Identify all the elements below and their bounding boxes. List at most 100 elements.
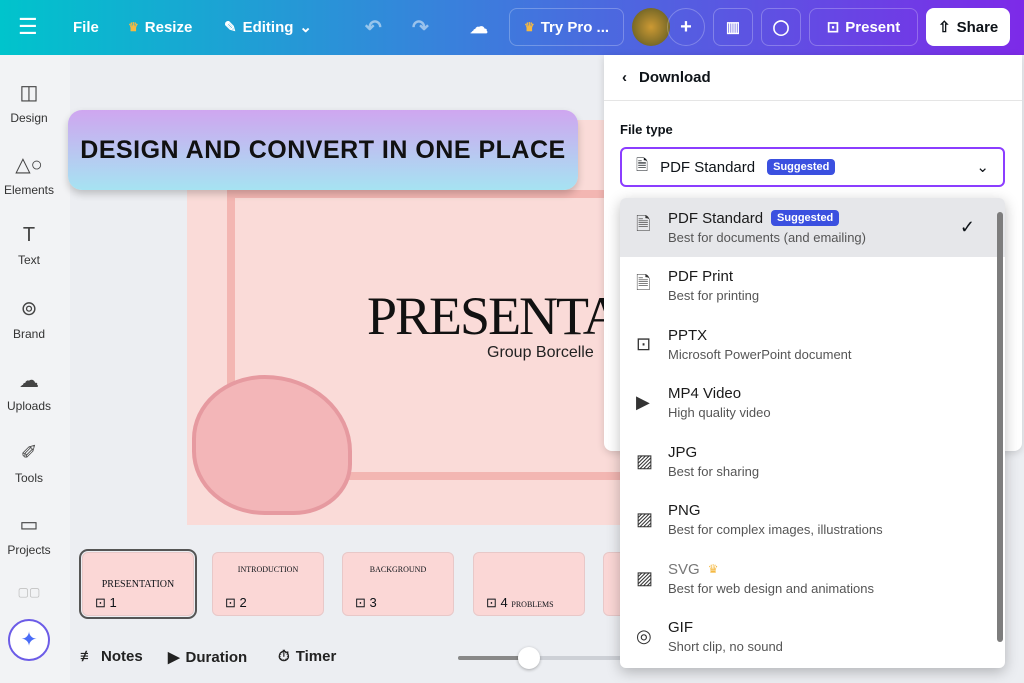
image-icon: ▨ bbox=[636, 509, 654, 530]
document-icon: 🗎 bbox=[636, 156, 649, 174]
redo-icon[interactable]: ↷ bbox=[412, 8, 429, 46]
promo-banner: DESIGN AND CONVERT IN ONE PLACE bbox=[68, 110, 578, 190]
option-mp4[interactable]: ▶ MP4 Video High quality video bbox=[620, 374, 1005, 433]
duration-icon: ▶ bbox=[168, 649, 180, 666]
option-png[interactable]: ▨ PNG Best for complex images, illustratio… bbox=[620, 491, 1005, 550]
layout-icon: ◫ bbox=[19, 82, 39, 104]
thumbnail-number: ⊡ 4 PROBLEMS bbox=[486, 595, 554, 610]
comment-icon[interactable]: ◯ bbox=[761, 8, 801, 46]
file-menu[interactable]: File bbox=[73, 8, 99, 46]
presentation-icon: ⊡ bbox=[636, 333, 652, 354]
option-gif[interactable]: ◎ GIF Short clip, no sound bbox=[620, 608, 1005, 667]
timer-button[interactable]: ⏱ Timer bbox=[278, 648, 336, 665]
editing-dropdown[interactable]: ✎ Editing ⌄ bbox=[224, 8, 312, 46]
sidebar-item-elements[interactable]: △○ Elements bbox=[0, 152, 58, 197]
sidebar-label: Projects bbox=[7, 543, 51, 557]
thumbnail-number: ⊡ 2 bbox=[225, 595, 247, 610]
thumbnail-title: BACKGROUND bbox=[369, 565, 427, 574]
slide-title[interactable]: PRESENTA bbox=[367, 285, 622, 347]
sidebar-item-design[interactable]: ◫ Design bbox=[0, 80, 58, 125]
share-button[interactable]: ⇧ Share bbox=[926, 8, 1011, 46]
checkmark-icon: ✓ bbox=[959, 216, 975, 237]
thumbnail-4[interactable]: ⊡ 4 PROBLEMS bbox=[473, 552, 585, 616]
chevron-down-icon: ⌄ bbox=[299, 19, 312, 36]
sidebar-item-brand[interactable]: ⊚ Brand bbox=[0, 296, 58, 341]
text-icon: T bbox=[22, 224, 36, 246]
file-type-label: File type bbox=[620, 122, 673, 137]
thumbnail-title: PRESENTATION bbox=[101, 579, 175, 590]
option-jpg[interactable]: ▨ JPG Best for sharing bbox=[620, 432, 1005, 491]
suggested-badge: Suggested bbox=[767, 159, 836, 175]
download-title: Download bbox=[639, 69, 711, 86]
sidebar-item-tools[interactable]: ✐ Tools bbox=[0, 440, 58, 485]
menu-icon[interactable]: ☰ bbox=[18, 8, 38, 46]
option-pdf-print[interactable]: 🗎 PDF Print Best for printing bbox=[620, 257, 1005, 316]
timer-icon: ⏱ bbox=[278, 648, 290, 665]
dropdown-scrollbar[interactable] bbox=[997, 212, 1003, 642]
image-icon: ▨ bbox=[636, 450, 654, 471]
slide-subtitle[interactable]: Group Borcelle bbox=[487, 344, 594, 362]
selected-file-type: PDF Standard bbox=[660, 158, 756, 176]
option-pptx[interactable]: ⊡ PPTX Microsoft PowerPoint document bbox=[620, 315, 1005, 374]
image-icon: ▨ bbox=[636, 567, 654, 588]
thumbnail-title: INTRODUCTION bbox=[237, 565, 299, 574]
crown-icon: ♛ bbox=[523, 20, 535, 34]
try-pro-button[interactable]: ♛ Try Pro ... bbox=[509, 8, 624, 46]
sidebar-item-text[interactable]: T Text bbox=[0, 224, 58, 267]
thumbnail-1[interactable]: PRESENTATION ⊡ 1 bbox=[79, 549, 197, 619]
sidebar: ◫ Design △○ Elements T Text ⊚ Brand ☁ Uploads… bbox=[0, 55, 70, 683]
duration-label: Duration bbox=[185, 648, 248, 666]
brand-icon: ⊚ bbox=[20, 298, 38, 320]
document-icon: 🗎 bbox=[636, 214, 651, 235]
try-pro-label: Try Pro ... bbox=[540, 18, 610, 36]
notes-label: Notes bbox=[101, 648, 143, 665]
crown-icon: ♛ bbox=[128, 20, 139, 34]
thumbnail-2[interactable]: INTRODUCTION ⊡ 2 bbox=[212, 552, 324, 616]
thumbnail-3[interactable]: BACKGROUND ⊡ 3 bbox=[342, 552, 454, 616]
sidebar-item-uploads[interactable]: ☁ Uploads bbox=[0, 368, 58, 413]
present-button[interactable]: ⊡ Present bbox=[809, 8, 918, 46]
analytics-icon[interactable]: ▥ bbox=[713, 8, 753, 46]
option-pdf-standard[interactable]: 🗎 PDF Standard Suggested Best for documents… bbox=[620, 198, 1005, 257]
top-bar: ☰ File ♛ Resize ✎ Editing ⌄ ↶ ↷ ☁ ♛ Try Pro … bbox=[0, 0, 1024, 55]
upload-icon: ☁ bbox=[19, 370, 39, 392]
sidebar-label: Brand bbox=[12, 327, 46, 341]
resize-button[interactable]: ♛ Resize bbox=[128, 8, 192, 46]
file-type-select[interactable]: 🗎 PDF Standard Suggested ⌄ bbox=[620, 147, 1005, 187]
sidebar-item-projects[interactable]: ▭ Projects bbox=[0, 512, 58, 557]
notes-button[interactable]: ≢ Notes bbox=[80, 648, 143, 665]
add-collaborator-button[interactable]: + bbox=[667, 8, 705, 46]
cloud-saved-icon[interactable]: ☁ bbox=[470, 8, 488, 46]
avatar[interactable] bbox=[632, 8, 670, 46]
video-icon: ▶ bbox=[636, 392, 650, 413]
zoom-slider[interactable] bbox=[458, 656, 628, 660]
download-header: ‹ Download bbox=[604, 55, 1022, 101]
thumbnail-number: ⊡ 3 bbox=[355, 595, 377, 610]
sidebar-label: Elements bbox=[3, 183, 55, 197]
document-icon: 🗎 bbox=[636, 272, 651, 293]
zoom-slider-handle[interactable] bbox=[518, 647, 541, 669]
option-svg[interactable]: ▨ SVG ♛ Best for web design and animations bbox=[620, 549, 1005, 608]
file-type-dropdown: 🗎 PDF Standard Suggested Best for documents… bbox=[620, 198, 1005, 668]
editing-label: Editing bbox=[242, 18, 294, 36]
resize-label: Resize bbox=[144, 18, 193, 36]
sidebar-label: Tools bbox=[14, 471, 43, 485]
sidebar-label: Design bbox=[10, 111, 48, 125]
sidebar-label: Text bbox=[17, 253, 40, 267]
timer-label: Timer bbox=[295, 648, 337, 665]
notes-icon: ≢ bbox=[80, 648, 95, 665]
folder-icon: ▭ bbox=[19, 514, 39, 536]
pencil-icon: ✎ bbox=[224, 19, 237, 36]
present-icon: ⊡ bbox=[826, 19, 840, 36]
undo-icon[interactable]: ↶ bbox=[365, 8, 382, 46]
present-label: Present bbox=[845, 18, 901, 36]
crown-icon: ♛ bbox=[707, 562, 719, 577]
share-label: Share bbox=[956, 18, 999, 36]
apps-icon[interactable]: ▢▢ bbox=[0, 585, 58, 599]
sidebar-label: Uploads bbox=[6, 399, 52, 413]
pen-icon: ✐ bbox=[20, 442, 38, 464]
gif-icon: ◎ bbox=[636, 626, 652, 647]
magic-ai-button[interactable]: ✦ bbox=[8, 619, 50, 661]
duration-button[interactable]: ▶ Duration bbox=[168, 648, 248, 667]
back-chevron-icon[interactable]: ‹ bbox=[622, 69, 627, 86]
